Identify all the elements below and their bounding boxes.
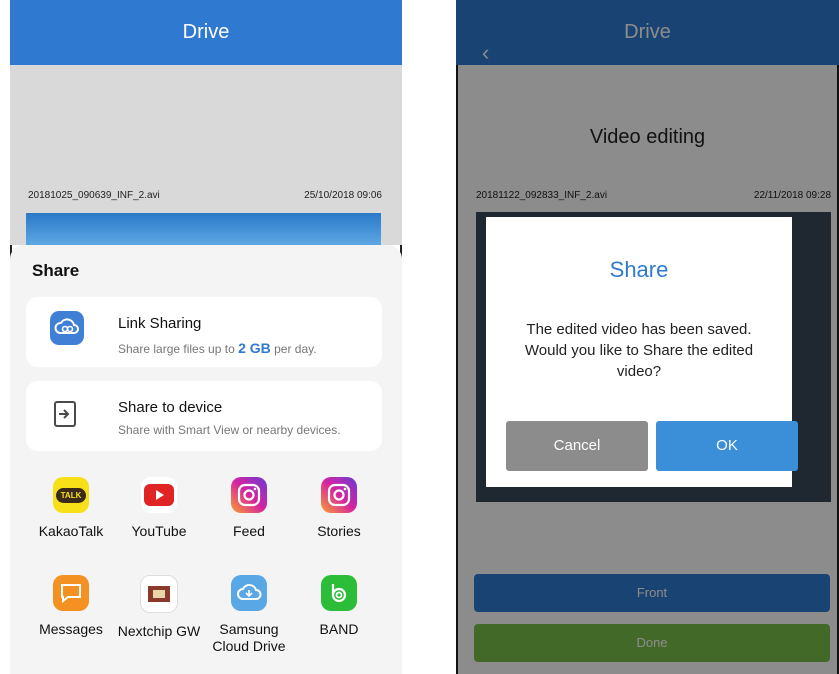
app-stories[interactable]: Stories — [294, 477, 384, 540]
app-samsung-cloud-drive[interactable]: Samsung Cloud Drive — [204, 575, 294, 655]
subtitle-prefix: Share large files up to — [118, 342, 239, 356]
youtube-icon — [141, 477, 177, 513]
dialog-title: Share — [609, 257, 669, 282]
subtitle-amount: 2 GB — [238, 340, 271, 356]
ok-button[interactable]: OK — [656, 421, 798, 471]
app-band[interactable]: BAND — [294, 575, 384, 638]
share-dialog: Share The edited video has been saved. W… — [486, 217, 798, 487]
app-label: KakaoTalk — [38, 523, 104, 539]
app-nextchip-gw[interactable]: Nextchip GW — [114, 575, 204, 640]
app-label: Stories — [317, 523, 361, 539]
share-to-device-option[interactable]: Share to device Share with Smart View or… — [26, 381, 382, 451]
left-screen: Drive 20181025_090639_INF_2.avi 25/10/20… — [10, 0, 402, 674]
kakaotalk-icon: TALK — [53, 477, 89, 513]
link-sharing-subtitle: Share large files up to 2 GB per day. — [118, 340, 317, 356]
app-feed[interactable]: Feed — [204, 477, 294, 540]
app-label: Nextchip GW — [117, 623, 201, 639]
nextchip-icon — [140, 575, 178, 613]
share-to-device-label: Share to device — [118, 399, 223, 416]
samsung-cloud-icon — [231, 575, 267, 611]
share-device-icon — [54, 401, 76, 427]
share-title: Share — [32, 261, 80, 280]
header-title: Drive — [182, 21, 230, 43]
share-sheet: Share Link Sharing Share large files up … — [10, 245, 402, 674]
app-header: Drive — [10, 0, 402, 65]
subtitle-suffix: per day. — [270, 342, 317, 356]
app-label: Feed — [233, 523, 265, 539]
video-thumbnail[interactable] — [26, 213, 381, 245]
app-messages[interactable]: Messages — [26, 575, 116, 638]
app-youtube[interactable]: YouTube — [114, 477, 204, 540]
cancel-button[interactable]: Cancel — [506, 421, 648, 471]
cloud-link-icon — [50, 311, 84, 345]
app-kakaotalk[interactable]: TALK KakaoTalk — [26, 477, 116, 540]
band-icon — [321, 575, 357, 611]
link-sharing-label: Link Sharing — [118, 315, 202, 332]
right-screen: ‹ Drive Video editing 20181122_092833_IN… — [456, 0, 839, 674]
instagram-icon — [231, 477, 267, 513]
video-filename: 20181025_090639_INF_2.avi — [28, 190, 160, 201]
app-label: BAND — [319, 621, 359, 637]
video-timestamp: 25/10/2018 09:06 — [304, 190, 382, 201]
link-sharing-option[interactable]: Link Sharing Share large files up to 2 G… — [26, 297, 382, 367]
app-label-line2: Cloud Drive — [212, 638, 286, 654]
share-to-device-subtitle: Share with Smart View or nearby devices. — [118, 423, 341, 437]
app-label: Messages — [39, 621, 103, 637]
app-label: YouTube — [131, 523, 187, 539]
dialog-message: The edited video has been saved. Would y… — [524, 321, 754, 380]
instagram-icon — [321, 477, 357, 513]
messages-icon — [53, 575, 89, 611]
app-label-line1: Samsung — [219, 621, 279, 637]
